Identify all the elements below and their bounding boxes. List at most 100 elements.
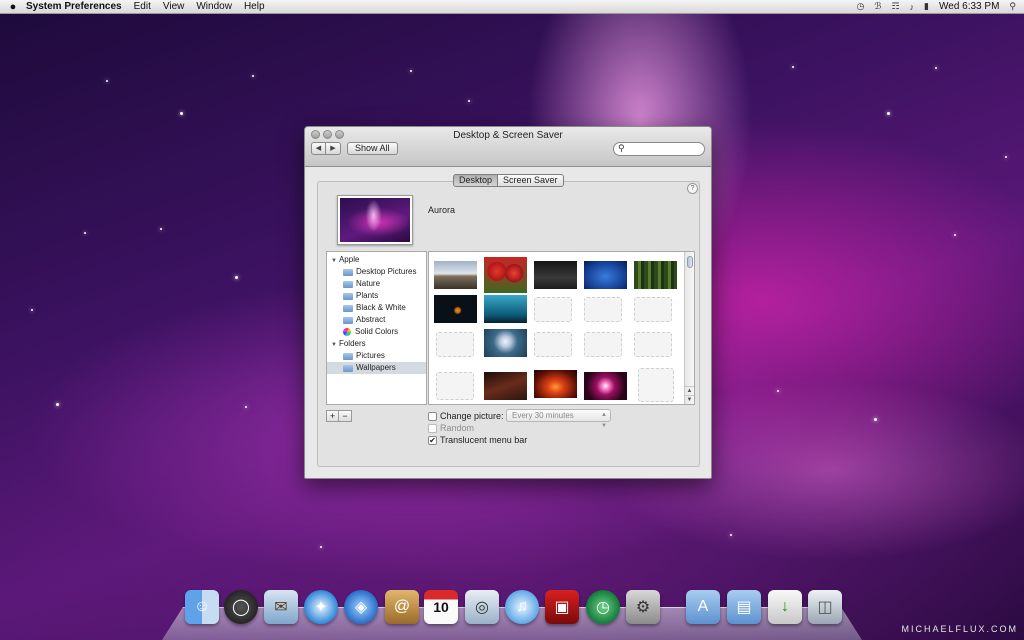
desktop-screensaver-window: Desktop & Screen Saver ◀ ▶ Show All ⚲ De… — [304, 126, 712, 479]
wallpaper-thumbnail[interactable] — [434, 261, 477, 289]
source-item-label: Wallpapers — [356, 363, 396, 372]
empty-thumbnail — [584, 332, 622, 357]
menu-edit[interactable]: Edit — [134, 1, 151, 12]
source-item-solid-colors[interactable]: Solid Colors — [327, 326, 426, 338]
source-item-desktop-pictures[interactable]: Desktop Pictures — [327, 266, 426, 278]
source-item-abstract[interactable]: Abstract — [327, 314, 426, 326]
system-preferences-icon[interactable]: ⚙ — [626, 590, 660, 624]
source-add-remove: + − — [326, 410, 352, 422]
change-picture-label: Change picture: — [440, 411, 504, 421]
empty-thumbnail — [634, 332, 672, 357]
downloads-stack-icon[interactable]: ↓ — [768, 590, 802, 624]
source-item-label: Black & White — [356, 303, 406, 312]
source-group-label: Folders — [338, 339, 366, 348]
translucent-menu-bar-checkbox[interactable]: ✔ — [428, 435, 437, 445]
wallpaper-thumbnail[interactable] — [484, 329, 527, 357]
battery-icon[interactable]: ▮ — [924, 1, 929, 12]
help-button[interactable]: ? — [687, 183, 698, 194]
show-all-button[interactable]: Show All — [347, 142, 398, 155]
wallpaper-thumbnail[interactable] — [584, 372, 627, 400]
menu-view[interactable]: View — [163, 1, 185, 12]
source-item-wallpapers[interactable]: Wallpapers — [327, 362, 426, 374]
random-checkbox[interactable] — [428, 423, 437, 433]
change-picture-option[interactable]: Change picture: — [428, 411, 504, 421]
add-folder-button[interactable]: + — [326, 410, 339, 422]
scroll-down-icon[interactable]: ▼ — [685, 395, 694, 404]
source-item-black-white[interactable]: Black & White — [327, 302, 426, 314]
current-picture-name: Aurora — [428, 205, 456, 215]
wallpaper-thumbnail[interactable] — [484, 257, 527, 293]
mail-icon[interactable]: ✉ — [264, 590, 298, 624]
empty-thumbnail — [534, 332, 572, 357]
address-book-icon[interactable]: @ — [385, 590, 419, 624]
source-item-nature[interactable]: Nature — [327, 278, 426, 290]
dashboard-icon[interactable]: ◯ — [224, 590, 258, 624]
interval-select[interactable]: Every 30 minutes ▲ ▼ — [506, 409, 611, 429]
source-group-apple[interactable]: ▼ Apple — [327, 254, 426, 266]
menu-app-name[interactable]: System Preferences — [26, 1, 122, 12]
grid-scrollbar[interactable]: ▲ ▼ — [684, 252, 694, 404]
ichat-icon[interactable]: ◈ — [344, 590, 378, 624]
applications-folder-icon[interactable]: A — [686, 590, 720, 624]
folder-icon — [343, 316, 353, 324]
documents-folder-icon[interactable]: ▤ — [727, 590, 761, 624]
folder-icon — [343, 364, 353, 372]
ical-icon[interactable]: 10 — [424, 590, 458, 624]
star — [792, 66, 794, 68]
source-item-label: Desktop Pictures — [356, 267, 417, 276]
time-machine-icon[interactable]: ◷ — [857, 1, 865, 12]
window-titlebar[interactable]: Desktop & Screen Saver ◀ ▶ Show All ⚲ — [305, 127, 711, 167]
wallpaper-thumbnail[interactable] — [634, 261, 677, 289]
tab-desktop[interactable]: Desktop — [453, 174, 499, 187]
folder-icon — [343, 352, 353, 360]
trash-icon[interactable]: ◫ — [808, 590, 842, 624]
source-list: ▼ Apple Desktop Pictures Nature Plants Bl… — [326, 251, 427, 405]
time-machine-dock-icon[interactable]: ◷ — [586, 590, 620, 624]
wallpaper-thumbnail[interactable] — [484, 295, 527, 323]
empty-thumbnail — [534, 297, 572, 322]
preview-icon[interactable]: ◎ — [465, 590, 499, 624]
finder-icon[interactable]: ☺ — [185, 590, 219, 624]
forward-button[interactable]: ▶ — [326, 142, 341, 155]
star — [56, 403, 59, 406]
wallpaper-thumbnail[interactable] — [534, 261, 577, 289]
aurora-image — [340, 198, 410, 242]
tab-screen-saver[interactable]: Screen Saver — [498, 174, 564, 187]
source-item-label: Pictures — [356, 351, 385, 360]
source-item-pictures[interactable]: Pictures — [327, 350, 426, 362]
popup-arrows-icon: ▲ ▼ — [601, 412, 607, 429]
wallpaper-thumbnail[interactable] — [434, 295, 477, 323]
wifi-icon[interactable]: ☶ — [891, 1, 899, 12]
wallpaper-thumbnail[interactable] — [534, 370, 577, 398]
search-input[interactable]: ⚲ — [613, 142, 705, 156]
spotlight-icon[interactable]: ⚲ — [1009, 1, 1016, 12]
safari-icon[interactable]: ✦ — [304, 590, 338, 624]
source-item-label: Nature — [356, 279, 381, 288]
remove-folder-button[interactable]: − — [339, 410, 352, 422]
back-button[interactable]: ◀ — [311, 142, 326, 155]
wallpaper-thumbnail[interactable] — [484, 372, 527, 400]
wallpaper-thumbnail[interactable] — [584, 261, 627, 289]
bluetooth-icon[interactable]: ℬ — [874, 1, 881, 12]
photo-booth-icon[interactable]: ▣ — [545, 590, 579, 624]
random-option[interactable]: Random — [428, 423, 474, 433]
source-item-plants[interactable]: Plants — [327, 290, 426, 302]
nav-buttons: ◀ ▶ — [311, 142, 341, 155]
folder-icon — [343, 268, 353, 276]
volume-icon[interactable]: ♪ — [910, 2, 915, 12]
scroll-up-icon[interactable]: ▲ — [685, 386, 694, 395]
menu-window[interactable]: Window — [196, 1, 232, 12]
menu-help[interactable]: Help — [244, 1, 265, 12]
star — [106, 80, 108, 82]
change-picture-checkbox[interactable] — [428, 411, 437, 421]
window-title: Desktop & Screen Saver — [453, 130, 563, 141]
star — [935, 67, 937, 69]
menu-clock[interactable]: Wed 6:33 PM — [939, 1, 999, 12]
watermark: MICHAELFLUX.COM — [901, 624, 1018, 634]
translucent-menu-bar-option[interactable]: ✔ Translucent menu bar — [428, 435, 527, 445]
source-group-folders[interactable]: ▼ Folders — [327, 338, 426, 350]
scrollbar-thumb[interactable] — [687, 256, 693, 268]
itunes-icon[interactable]: ♫ — [505, 590, 539, 624]
interval-value: Every 30 minutes — [512, 411, 574, 420]
apple-menu-icon[interactable]: ● — [0, 1, 26, 13]
